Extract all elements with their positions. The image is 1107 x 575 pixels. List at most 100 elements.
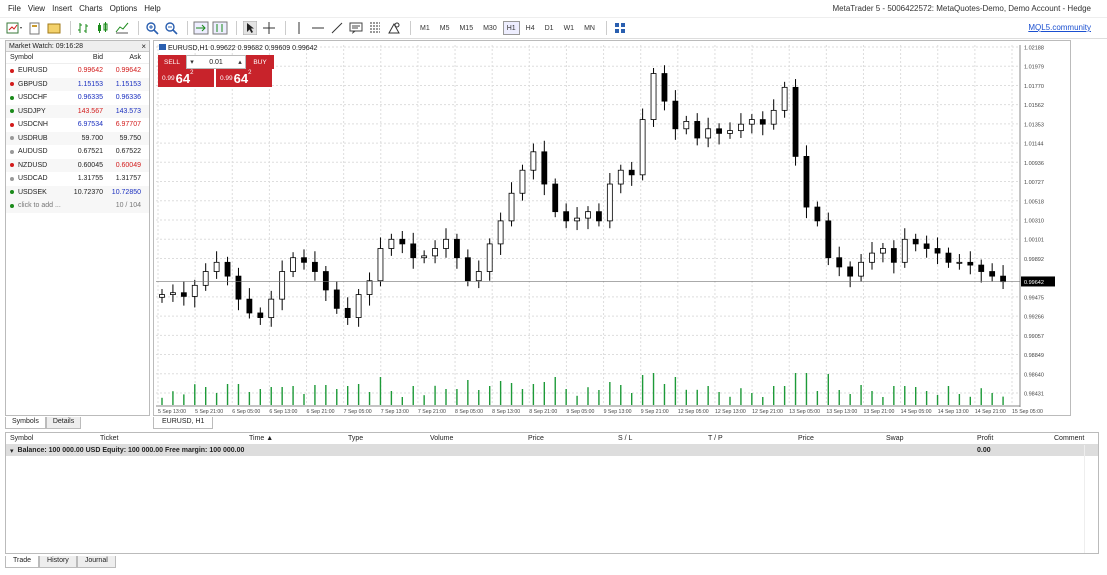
grid-layout-icon[interactable]: [612, 20, 628, 36]
symbol-status-icon: [10, 136, 14, 141]
balance-row[interactable]: ▾ Balance: 100 000.00 USD Equity: 100 00…: [6, 445, 1098, 456]
market-watch-row[interactable]: AUDUSD 0.67521 0.67522: [6, 145, 149, 159]
menu-charts[interactable]: Charts: [79, 4, 103, 13]
market-watch-row[interactable]: USDSEK 10.72370 10.72850: [6, 185, 149, 199]
sell-price[interactable]: 0.99 64 2: [158, 69, 214, 87]
timeframe-h4[interactable]: H4: [522, 21, 539, 35]
close-icon[interactable]: ×: [141, 42, 146, 51]
price-label: 1.01770: [1024, 84, 1044, 90]
market-watch-row[interactable]: USDJPY 143.567 143.573: [6, 104, 149, 118]
trend-line-icon[interactable]: [329, 20, 345, 36]
time-label: 5 Sep 21:00: [195, 409, 223, 415]
timeframe-m5[interactable]: M5: [436, 21, 454, 35]
zoom-out-icon[interactable]: [163, 20, 179, 36]
col-ask[interactable]: Ask: [103, 54, 141, 61]
timeframe-m15[interactable]: M15: [455, 21, 477, 35]
auto-scroll-icon[interactable]: [193, 20, 209, 36]
market-watch-row[interactable]: GBPUSD 1.15153 1.15153: [6, 77, 149, 91]
time-label: 12 Sep 13:00: [715, 409, 746, 415]
bar-chart-icon[interactable]: [76, 20, 92, 36]
price-chart[interactable]: 1.02188 1.01979 1.01770 1.01562 1.01353 1.011…: [154, 41, 1070, 415]
trade-col-sl-6[interactable]: S / L: [618, 435, 632, 442]
shapes-icon[interactable]: [386, 20, 402, 36]
trade-col-comment-11[interactable]: Comment: [1054, 435, 1084, 442]
buy-button[interactable]: BUY: [246, 55, 274, 69]
sell-button[interactable]: SELL: [158, 55, 186, 69]
candle-body: [355, 294, 362, 318]
symbol-status-icon: [10, 95, 14, 100]
col-symbol[interactable]: Symbol: [6, 54, 68, 61]
trade-col-price-8[interactable]: Price: [798, 435, 814, 442]
toolbar-separator: [410, 21, 411, 35]
timeframe-m1[interactable]: M1: [416, 21, 434, 35]
crosshair-icon[interactable]: [261, 20, 277, 36]
time-label: 8 Sep 21:00: [529, 409, 557, 415]
profiles-icon[interactable]: [27, 20, 43, 36]
fibonacci-icon[interactable]: [367, 20, 383, 36]
time-label: 13 Sep 13:00: [826, 409, 857, 415]
toolbox-scrollbar[interactable]: [1084, 445, 1094, 553]
trade-col-price-5[interactable]: Price: [528, 435, 544, 442]
trade-col-volume-4[interactable]: Volume: [430, 435, 453, 442]
candle-body: [541, 151, 548, 185]
cursor-icon[interactable]: [242, 20, 258, 36]
trade-col-tp-7[interactable]: T / P: [708, 435, 723, 442]
add-symbol-label: click to add ...: [18, 202, 61, 210]
menu-help[interactable]: Help: [144, 4, 160, 13]
tab-history[interactable]: History: [39, 556, 77, 568]
new-chart-icon[interactable]: [6, 20, 24, 36]
candle-body: [486, 243, 493, 272]
market-watch-columns: Symbol Bid Ask: [6, 52, 149, 64]
timeframe-w1[interactable]: W1: [560, 21, 579, 35]
timeframe-h1[interactable]: H1: [502, 21, 520, 35]
lot-size-value[interactable]: 0.01: [209, 59, 223, 66]
horizontal-line-icon[interactable]: [310, 20, 326, 36]
add-symbol-row[interactable]: click to add ... 10 / 104: [6, 199, 149, 213]
symbol-name: USDSEK: [18, 188, 47, 196]
chart-tab-eurusd-h1[interactable]: EURUSD, H1: [153, 417, 214, 429]
trade-col-type-3[interactable]: Type: [348, 435, 363, 442]
menu-file[interactable]: File: [8, 4, 21, 13]
timeframe-m30[interactable]: M30: [479, 21, 501, 35]
chart-shift-icon[interactable]: [212, 20, 228, 36]
lot-increase-icon[interactable]: ▴: [235, 58, 245, 66]
market-watch-row[interactable]: USDRUB 59.700 59.750: [6, 131, 149, 145]
templates-icon[interactable]: [46, 20, 62, 36]
lot-decrease-icon[interactable]: ▾: [187, 58, 197, 66]
symbol-name: EURUSD: [18, 67, 48, 75]
text-label-icon[interactable]: [348, 20, 364, 36]
market-watch-row[interactable]: NZDUSD 0.60045 0.60049: [6, 158, 149, 172]
market-watch-row[interactable]: USDCNH 6.97534 6.97707: [6, 118, 149, 132]
tab-journal[interactable]: Journal: [76, 556, 116, 568]
tab-details[interactable]: Details: [45, 417, 82, 429]
buy-price[interactable]: 0.99 64 2: [216, 69, 272, 87]
menu-view[interactable]: View: [28, 4, 45, 13]
price-label: 0.99266: [1024, 315, 1044, 321]
menu-options[interactable]: Options: [110, 4, 138, 13]
mql5-community-link[interactable]: MQL5.community: [1028, 23, 1091, 32]
chart-window[interactable]: 1.02188 1.01979 1.01770 1.01562 1.01353 1.011…: [153, 40, 1071, 416]
trade-col-swap-9[interactable]: Swap: [886, 435, 904, 442]
market-watch-row[interactable]: USDCHF 0.96335 0.96336: [6, 91, 149, 105]
toolbar-separator: [285, 21, 286, 35]
menu-insert[interactable]: Insert: [52, 4, 72, 13]
market-watch-row[interactable]: EURUSD 0.99642 0.99642: [6, 64, 149, 78]
trade-col-ticket-1[interactable]: Ticket: [100, 435, 118, 442]
zoom-in-icon[interactable]: [144, 20, 160, 36]
candle-body: [530, 151, 537, 171]
trade-col-time-2[interactable]: Time ▲: [249, 435, 273, 442]
market-watch-row[interactable]: USDCAD 1.31755 1.31757: [6, 172, 149, 186]
line-chart-icon[interactable]: [114, 20, 130, 36]
vertical-line-icon[interactable]: [291, 20, 307, 36]
col-bid[interactable]: Bid: [68, 54, 103, 61]
candle-body: [268, 298, 275, 318]
tab-trade[interactable]: Trade: [5, 556, 40, 568]
trade-col-symbol-0[interactable]: Symbol: [10, 435, 33, 442]
timeframe-mn[interactable]: MN: [580, 21, 599, 35]
candle-body: [617, 169, 624, 185]
timeframe-d1[interactable]: D1: [541, 21, 558, 35]
tab-symbols[interactable]: Symbols: [5, 417, 46, 429]
candlestick-icon[interactable]: [95, 20, 111, 36]
trade-col-profit-10[interactable]: Profit: [977, 435, 993, 442]
lot-size-stepper[interactable]: ▾ 0.01 ▴: [186, 55, 246, 69]
